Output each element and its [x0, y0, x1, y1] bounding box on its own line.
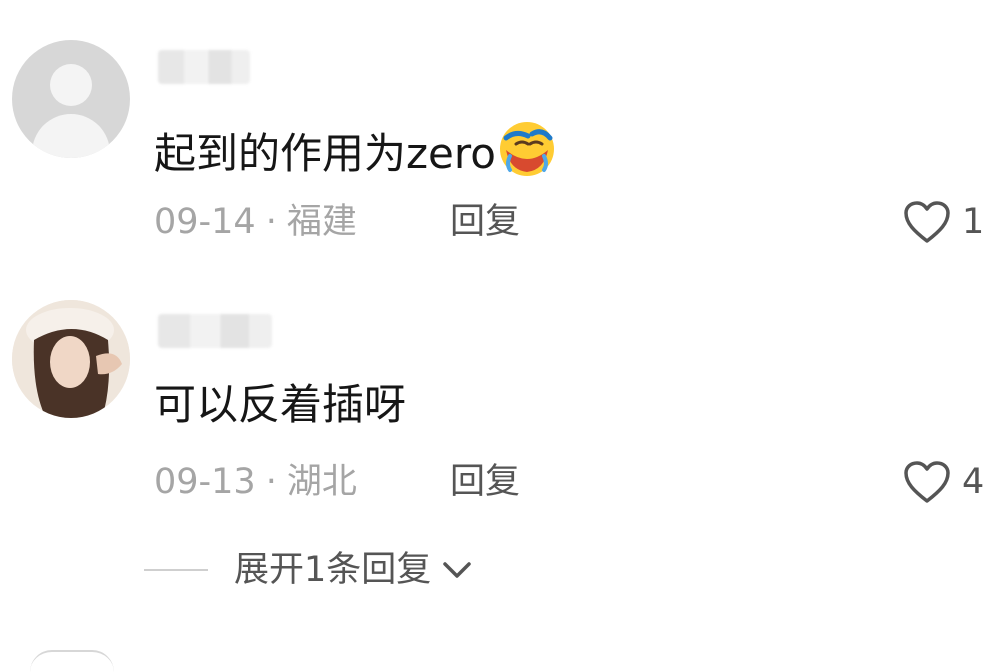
reply-button[interactable]: 回复: [450, 200, 520, 244]
username-redacted: [158, 50, 250, 84]
heart-outline-icon: [904, 461, 950, 503]
reply-button[interactable]: 回复: [450, 460, 520, 504]
comment-text: 可以反着插呀: [154, 380, 407, 429]
like-count: 4: [962, 462, 985, 502]
default-user-icon: [50, 64, 92, 106]
comment-meta: 09-14 · 福建: [154, 200, 357, 244]
username-redacted: [158, 314, 272, 348]
comment-date: 09-13: [154, 462, 256, 502]
next-comment-avatar-partial: [30, 650, 114, 672]
meta-separator: ·: [265, 462, 277, 502]
comment-date: 09-14: [154, 202, 256, 242]
comment-content: 可以反着插呀: [154, 380, 406, 430]
user-photo: [12, 300, 130, 418]
comment-location: 湖北: [286, 462, 357, 502]
divider-line: [144, 569, 208, 571]
comment-meta: 09-13 · 湖北: [154, 460, 357, 504]
expand-replies-button[interactable]: 展开1条回复: [144, 548, 473, 592]
like-button[interactable]: 1: [902, 198, 984, 246]
comment-location: 福建: [286, 202, 357, 242]
meta-separator: ·: [265, 202, 277, 242]
heart-outline-icon: [904, 201, 950, 243]
expand-replies-label: 展开1条回复: [234, 550, 432, 590]
avatar[interactable]: [12, 40, 130, 158]
comment-content: 起到的作用为zero: [154, 120, 556, 179]
like-count: 1: [962, 202, 985, 242]
laughing-crying-emoji-icon: [498, 120, 556, 178]
like-button[interactable]: 4: [902, 458, 984, 506]
comment-text: 起到的作用为zero: [154, 129, 496, 178]
avatar[interactable]: [12, 300, 130, 418]
chevron-down-icon: [443, 562, 472, 578]
